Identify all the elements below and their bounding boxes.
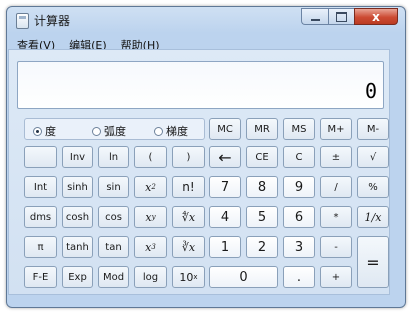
key-pi[interactable]: π: [24, 236, 57, 258]
key-y-root-x[interactable]: ∜x: [172, 206, 205, 228]
key-sinh[interactable]: sinh: [62, 176, 93, 198]
key-reciprocal[interactable]: 1/x: [357, 206, 389, 228]
key-backspace[interactable]: ←: [209, 146, 241, 168]
close-button[interactable]: x: [354, 8, 398, 25]
key-dms[interactable]: dms: [24, 206, 57, 228]
key-sqrt[interactable]: √: [357, 146, 389, 168]
x-pow-y-base: x: [145, 210, 152, 224]
window-title: 计算器: [34, 14, 71, 28]
key-x-pow-y[interactable]: xy: [134, 206, 167, 228]
minimize-icon: [310, 18, 320, 21]
key-cosh[interactable]: cosh: [62, 206, 93, 228]
window-controls: x: [301, 8, 398, 26]
backspace-icon: ←: [218, 147, 232, 167]
calculator-icon: [16, 13, 29, 29]
radio-dot: [92, 126, 101, 136]
maximize-icon: [336, 11, 347, 22]
key-int[interactable]: Int: [24, 176, 57, 198]
key-2[interactable]: 2: [246, 236, 278, 258]
radio-gradians[interactable]: 梯度: [154, 123, 188, 139]
key-5[interactable]: 5: [246, 206, 278, 228]
ten-pow-x-base: 10: [179, 270, 194, 284]
key-left-paren[interactable]: (: [134, 146, 167, 168]
key-right-paren[interactable]: ): [172, 146, 205, 168]
radio-degrees[interactable]: 度: [33, 123, 56, 139]
radio-radians[interactable]: 弧度: [92, 123, 126, 139]
key-ln[interactable]: ln: [98, 146, 129, 168]
radio-radians-label: 弧度: [104, 125, 126, 138]
key-0[interactable]: 0: [209, 266, 278, 288]
key-ms[interactable]: MS: [283, 118, 315, 140]
key-tanh[interactable]: tanh: [62, 236, 93, 258]
key-subtract[interactable]: -: [320, 236, 352, 258]
display-value: 0: [364, 79, 377, 103]
key-7[interactable]: 7: [209, 176, 241, 198]
key-tan[interactable]: tan: [98, 236, 129, 258]
key-inv[interactable]: Inv: [62, 146, 93, 168]
result-display: 0: [17, 61, 384, 109]
key-cube-root[interactable]: ∛x: [172, 236, 205, 258]
equals-label: =: [366, 252, 380, 272]
key-x-squared[interactable]: x2: [134, 176, 167, 198]
key-cos[interactable]: cos: [98, 206, 129, 228]
key-6[interactable]: 6: [283, 206, 315, 228]
key-divide[interactable]: /: [320, 176, 352, 198]
key-equals[interactable]: =: [357, 236, 389, 288]
maximize-button[interactable]: [328, 8, 354, 25]
key-multiply[interactable]: *: [320, 206, 352, 228]
key-ten-pow-x[interactable]: 10 x: [172, 266, 205, 288]
key-9[interactable]: 9: [283, 176, 315, 198]
key-fe[interactable]: F-E: [24, 266, 57, 288]
close-icon: x: [372, 9, 380, 24]
key-8[interactable]: 8: [246, 176, 278, 198]
key-m-plus[interactable]: M+: [320, 118, 352, 140]
key-mc[interactable]: MC: [209, 118, 241, 140]
key-decimal[interactable]: .: [283, 266, 315, 288]
key-add[interactable]: +: [320, 266, 352, 288]
key-c[interactable]: C: [283, 146, 315, 168]
key-factorial[interactable]: n!: [172, 176, 205, 198]
key-1[interactable]: 1: [209, 236, 241, 258]
minimize-button[interactable]: [301, 8, 328, 25]
key-log[interactable]: log: [134, 266, 167, 288]
key-mr[interactable]: MR: [246, 118, 278, 140]
radio-dot-selected: [33, 126, 42, 136]
key-m-minus[interactable]: M-: [357, 118, 389, 140]
angle-mode-group: 度 弧度 梯度: [24, 118, 205, 140]
key-blank: [24, 146, 57, 168]
key-4[interactable]: 4: [209, 206, 241, 228]
key-x-cubed[interactable]: x3: [134, 236, 167, 258]
radio-degrees-label: 度: [45, 125, 56, 138]
radio-gradians-label: 梯度: [166, 125, 188, 138]
key-3[interactable]: 3: [283, 236, 315, 258]
key-exp[interactable]: Exp: [62, 266, 93, 288]
key-sin[interactable]: sin: [98, 176, 129, 198]
key-mod[interactable]: Mod: [98, 266, 129, 288]
key-percent[interactable]: %: [357, 176, 389, 198]
radio-dot: [154, 126, 163, 136]
key-ce[interactable]: CE: [246, 146, 278, 168]
title-bar[interactable]: 计算器 x: [7, 7, 405, 33]
key-plus-minus[interactable]: ±: [320, 146, 352, 168]
